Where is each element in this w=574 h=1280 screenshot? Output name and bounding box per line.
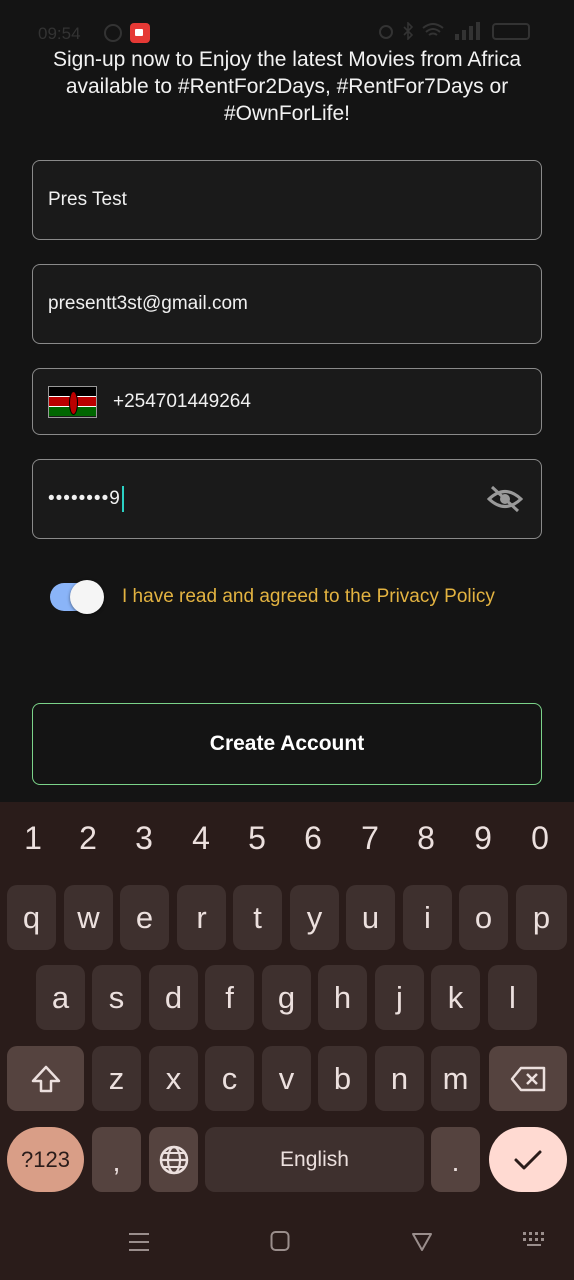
key-p[interactable]: p [516, 885, 567, 950]
eye-off-icon[interactable] [487, 484, 523, 514]
language-key[interactable] [149, 1127, 198, 1192]
wifi-icon [422, 23, 444, 36]
phone-value: +254701449264 [113, 390, 251, 412]
key-m[interactable]: m [431, 1046, 480, 1111]
signal-icon [455, 22, 480, 40]
key-8[interactable]: 8 [401, 820, 451, 857]
password-field[interactable]: ••••••••9 [32, 459, 542, 539]
shift-icon [31, 1065, 60, 1092]
system-icons [378, 22, 530, 40]
screen-record-icon [130, 23, 150, 43]
bluetooth-icon [403, 22, 413, 40]
key-b[interactable]: b [318, 1046, 367, 1111]
password-value: ••••••••9 [48, 488, 121, 509]
name-field[interactable]: Pres Test [32, 160, 542, 240]
key-4[interactable]: 4 [176, 820, 226, 857]
backspace-icon [510, 1066, 546, 1091]
key-i[interactable]: i [403, 885, 452, 950]
status-time: 09:54 [38, 24, 81, 43]
privacy-toggle[interactable] [50, 580, 104, 614]
status-bar: 09:54 [0, 0, 574, 44]
key-k[interactable]: k [431, 965, 480, 1030]
period-key[interactable]: . [431, 1127, 480, 1192]
key-f[interactable]: f [205, 965, 254, 1030]
key-t[interactable]: t [233, 885, 282, 950]
key-0[interactable]: 0 [515, 820, 565, 857]
create-account-button[interactable]: Create Account [32, 703, 542, 785]
key-h[interactable]: h [318, 965, 367, 1030]
number-row: 1 2 3 4 5 6 7 8 9 0 [0, 820, 574, 860]
key-e[interactable]: e [120, 885, 169, 950]
space-key[interactable]: English [205, 1127, 424, 1192]
key-n[interactable]: n [375, 1046, 424, 1111]
home-icon[interactable] [270, 1230, 290, 1252]
email-field[interactable]: presentt3st@gmail.com [32, 264, 542, 344]
comma-key[interactable]: , [92, 1127, 141, 1192]
key-g[interactable]: g [262, 965, 311, 1030]
key-d[interactable]: d [149, 965, 198, 1030]
toggle-knob [70, 580, 104, 614]
keyboard-hide-icon[interactable] [522, 1230, 548, 1250]
alarm-icon [379, 25, 393, 39]
soft-keyboard: 1 2 3 4 5 6 7 8 9 0 q w e r t y u i o p … [0, 802, 574, 1280]
back-icon[interactable] [411, 1230, 433, 1252]
enter-key[interactable] [489, 1127, 567, 1192]
globe-icon [159, 1145, 188, 1174]
key-q[interactable]: q [7, 885, 56, 950]
key-v[interactable]: v [262, 1046, 311, 1111]
key-l[interactable]: l [488, 965, 537, 1030]
text-cursor [121, 486, 124, 512]
key-s[interactable]: s [92, 965, 141, 1030]
privacy-consent: I have read and agreed to the Privacy Po… [50, 580, 495, 614]
key-r[interactable]: r [177, 885, 226, 950]
notification-icons [104, 23, 150, 43]
key-j[interactable]: j [375, 965, 424, 1030]
key-9[interactable]: 9 [458, 820, 508, 857]
key-1[interactable]: 1 [8, 820, 58, 857]
name-value: Pres Test [48, 189, 127, 210]
key-7[interactable]: 7 [345, 820, 395, 857]
kenya-flag-icon[interactable] [48, 385, 97, 418]
navigation-bar [0, 1212, 574, 1280]
privacy-policy-text[interactable]: I have read and agreed to the Privacy Po… [122, 586, 495, 608]
backspace-key[interactable] [489, 1046, 567, 1111]
key-6[interactable]: 6 [288, 820, 338, 857]
key-x[interactable]: x [149, 1046, 198, 1111]
symbols-key[interactable]: ?123 [7, 1127, 84, 1192]
key-o[interactable]: o [459, 885, 508, 950]
key-y[interactable]: y [290, 885, 339, 950]
email-value: presentt3st@gmail.com [48, 293, 248, 314]
checkmark-icon [514, 1150, 542, 1169]
phone-field[interactable]: +254701449264 [32, 368, 542, 435]
key-z[interactable]: z [92, 1046, 141, 1111]
key-u[interactable]: u [346, 885, 395, 950]
key-2[interactable]: 2 [63, 820, 113, 857]
key-3[interactable]: 3 [119, 820, 169, 857]
key-w[interactable]: w [64, 885, 113, 950]
signup-intro-text: Sign-up now to Enjoy the latest Movies f… [52, 48, 522, 125]
shift-key[interactable] [7, 1046, 84, 1111]
key-a[interactable]: a [36, 965, 85, 1030]
key-5[interactable]: 5 [232, 820, 282, 857]
key-c[interactable]: c [205, 1046, 254, 1111]
recent-apps-icon[interactable] [128, 1230, 150, 1254]
whatsapp-icon [104, 24, 122, 42]
battery-icon [492, 22, 530, 40]
